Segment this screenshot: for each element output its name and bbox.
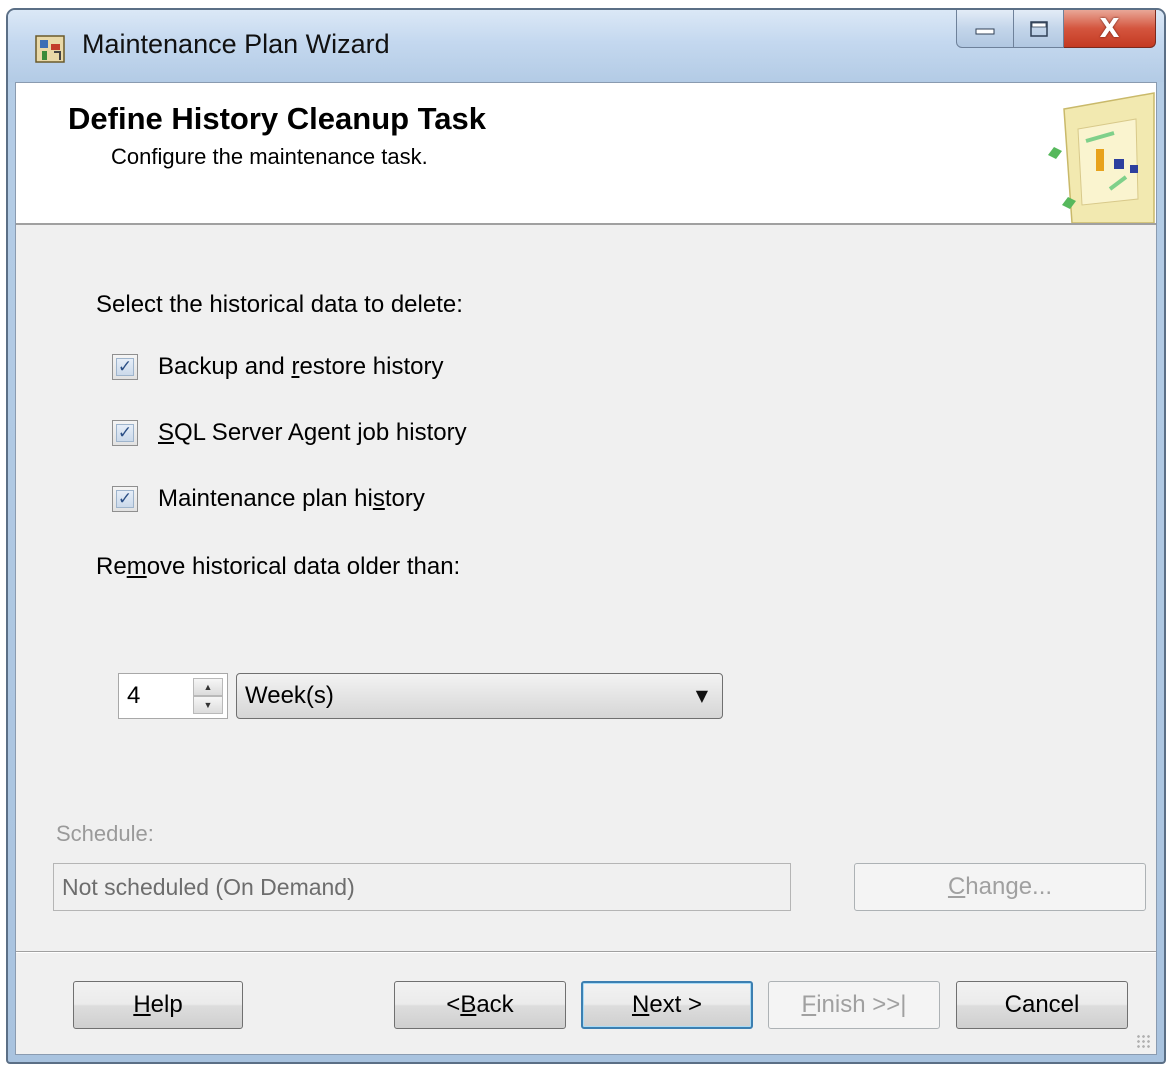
schedule-value: Not scheduled (On Demand) [62, 874, 355, 900]
title-bar[interactable]: Maintenance Plan Wizard X [8, 10, 1164, 82]
chevron-down-icon: ▼ [695, 686, 708, 705]
checkbox-box[interactable]: ✓ [112, 420, 138, 446]
historical-data-label: Select the historical data to delete: [96, 291, 463, 318]
finish-button[interactable]: Finish >>| [768, 981, 940, 1029]
next-button[interactable]: Next > [581, 981, 753, 1029]
retention-value-spinner[interactable]: 4 ▲ ▼ [118, 673, 228, 719]
change-schedule-button[interactable]: Change... [854, 863, 1146, 911]
wizard-app-icon [35, 35, 65, 63]
checkbox-box[interactable]: ✓ [112, 354, 138, 380]
resize-grip[interactable] [1136, 1034, 1152, 1050]
minimize-button[interactable] [956, 10, 1014, 48]
retention-unit-dropdown[interactable]: Week(s) ▼ [236, 673, 723, 719]
backup-restore-history-checkbox[interactable]: ✓ Backup and restore history [112, 353, 444, 381]
close-button[interactable]: X [1064, 10, 1156, 48]
page-title: Define History Cleanup Task [68, 101, 487, 136]
maintenance-plan-graphic-icon [1048, 92, 1155, 223]
spinner-buttons: ▲ ▼ [193, 678, 223, 714]
sql-agent-job-history-checkbox[interactable]: ✓ SQL Server Agent job history [112, 419, 467, 447]
maintenance-plan-history-checkbox[interactable]: ✓ Maintenance plan history [112, 485, 425, 513]
wizard-window: Maintenance Plan Wizard X Define History… [6, 8, 1166, 1064]
checkmark-icon: ✓ [116, 488, 134, 509]
backup-restore-history-label: Backup and restore history [158, 353, 444, 380]
window-controls: X [956, 10, 1156, 50]
maximize-button[interactable] [1014, 10, 1064, 48]
checkmark-icon: ✓ [116, 422, 134, 443]
close-icon: X [1099, 13, 1120, 44]
footer-separator [16, 951, 1156, 953]
spin-up-icon[interactable]: ▲ [193, 678, 223, 696]
maintenance-plan-history-label: Maintenance plan history [158, 485, 425, 512]
help-button[interactable]: Help [73, 981, 243, 1029]
checkbox-box[interactable]: ✓ [112, 486, 138, 512]
retention-value[interactable]: 4 [127, 682, 140, 710]
wizard-client-area: Define History Cleanup Task Configure th… [15, 82, 1157, 1055]
cancel-button[interactable]: Cancel [956, 981, 1128, 1029]
maximize-icon [1029, 20, 1048, 37]
page-subtitle: Configure the maintenance task. [111, 144, 428, 169]
back-button[interactable]: < Back [394, 981, 566, 1029]
schedule-label: Schedule: [56, 821, 154, 846]
sql-agent-job-history-label: SQL Server Agent job history [158, 419, 467, 446]
schedule-field: Not scheduled (On Demand) [53, 863, 791, 911]
window-title: Maintenance Plan Wizard [82, 29, 390, 59]
checkmark-icon: ✓ [116, 356, 134, 377]
minimize-icon [975, 28, 995, 34]
retention-unit-value: Week(s) [245, 682, 334, 709]
spin-down-icon[interactable]: ▼ [193, 696, 223, 714]
wizard-header: Define History Cleanup Task Configure th… [16, 83, 1156, 225]
retention-label: Remove historical data older than: [96, 553, 461, 580]
